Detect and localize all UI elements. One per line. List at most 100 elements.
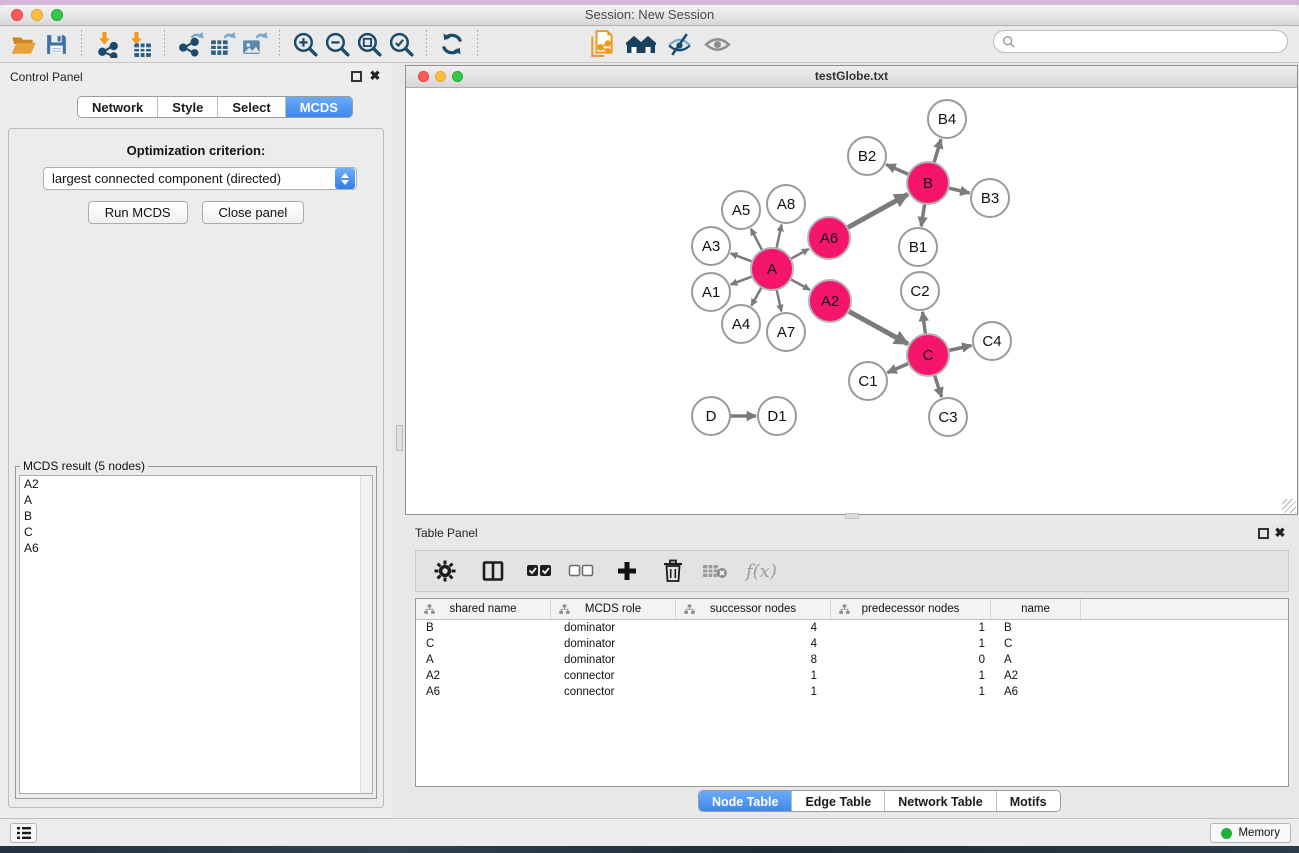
zoom-out-button[interactable]: [321, 28, 353, 60]
table-row[interactable]: A2connector11A2: [416, 668, 1288, 684]
refresh-view-button[interactable]: [436, 28, 468, 60]
close-panel-icon[interactable]: ✖: [1273, 526, 1287, 540]
table-cell[interactable]: 1: [676, 670, 831, 682]
delete-columns-button[interactable]: [654, 554, 692, 588]
zoom-selected-button[interactable]: [385, 28, 417, 60]
export-table-button[interactable]: [206, 28, 238, 60]
vertical-split-handle[interactable]: [396, 425, 403, 451]
graph-node[interactable]: B1: [899, 228, 937, 266]
window-resize-grip[interactable]: [1282, 499, 1296, 513]
tab-node-table[interactable]: Node Table: [699, 791, 791, 811]
graph-node[interactable]: A3: [692, 227, 730, 265]
float-panel-icon[interactable]: [1258, 528, 1269, 539]
graph-node[interactable]: B: [907, 162, 949, 204]
task-history-button[interactable]: [10, 823, 37, 843]
table-cell[interactable]: 1: [676, 686, 831, 698]
new-network-from-selection-button[interactable]: [587, 28, 619, 60]
graph-node[interactable]: A2: [809, 280, 851, 322]
show-panels-button[interactable]: [701, 28, 733, 60]
search-input[interactable]: [1016, 33, 1287, 51]
network-canvas[interactable]: B4B2BB3A8A5A6A3B1AA1C2A2A4A7C4CC1C3DD1: [406, 88, 1297, 514]
table-row[interactable]: A6connector11A6: [416, 684, 1288, 700]
graph-node[interactable]: A8: [767, 185, 805, 223]
zoom-in-button[interactable]: [289, 28, 321, 60]
table-cell[interactable]: A6: [416, 686, 551, 698]
graph-node[interactable]: A5: [722, 191, 760, 229]
table-cell[interactable]: connector: [551, 686, 676, 698]
column-header[interactable]: predecessor nodes: [831, 599, 991, 619]
column-header[interactable]: shared name: [416, 599, 551, 619]
import-table-button[interactable]: [123, 28, 155, 60]
close-panel-icon[interactable]: ✖: [368, 69, 382, 83]
graph-node[interactable]: A1: [692, 273, 730, 311]
list-item[interactable]: B: [20, 508, 372, 524]
zoom-fit-button[interactable]: [353, 28, 385, 60]
table-cell[interactable]: A: [416, 654, 551, 666]
table-cell[interactable]: 1: [831, 638, 991, 650]
graph-node[interactable]: C2: [901, 272, 939, 310]
table-cell[interactable]: C: [991, 638, 1081, 650]
open-session-button[interactable]: [8, 28, 40, 60]
graph-node[interactable]: A4: [722, 305, 760, 343]
close-panel-button[interactable]: Close panel: [202, 201, 305, 224]
export-image-button[interactable]: [238, 28, 270, 60]
close-window-button[interactable]: [11, 9, 23, 21]
table-options-button[interactable]: [426, 554, 464, 588]
export-network-button[interactable]: [174, 28, 206, 60]
result-list-scrollbar[interactable]: [360, 476, 372, 793]
graph-node[interactable]: C3: [929, 398, 967, 436]
graph-node[interactable]: B3: [971, 179, 1009, 217]
table-cell[interactable]: A2: [416, 670, 551, 682]
network-graph[interactable]: B4B2BB3A8A5A6A3B1AA1C2A2A4A7C4CC1C3DD1: [406, 88, 1297, 514]
table-cell[interactable]: 4: [676, 638, 831, 650]
memory-button[interactable]: Memory: [1210, 823, 1291, 843]
table-cell[interactable]: dominator: [551, 622, 676, 634]
table-row[interactable]: Bdominator41B: [416, 620, 1288, 636]
table-cell[interactable]: 1: [831, 622, 991, 634]
list-item[interactable]: A: [20, 492, 372, 508]
graph-node[interactable]: A: [751, 248, 793, 290]
table-row[interactable]: Adominator80A: [416, 652, 1288, 668]
select-all-button[interactable]: [520, 554, 558, 588]
float-panel-icon[interactable]: [351, 71, 362, 82]
graph-node[interactable]: A6: [808, 217, 850, 259]
graph-node[interactable]: C: [907, 334, 949, 376]
network-close-button[interactable]: [418, 71, 429, 82]
search-field[interactable]: [993, 30, 1288, 53]
graph-node[interactable]: B4: [928, 100, 966, 138]
graph-node[interactable]: A7: [767, 313, 805, 351]
deselect-all-button[interactable]: [562, 554, 600, 588]
list-item[interactable]: A2: [20, 476, 372, 492]
table-cell[interactable]: B: [416, 622, 551, 634]
table-row[interactable]: Cdominator41C: [416, 636, 1288, 652]
table-cell[interactable]: 1: [831, 686, 991, 698]
graph-node[interactable]: C4: [973, 322, 1011, 360]
tab-style[interactable]: Style: [157, 97, 217, 117]
column-header[interactable]: name: [991, 599, 1081, 619]
list-item[interactable]: A6: [20, 540, 372, 556]
criterion-select[interactable]: largest connected component (directed): [43, 167, 357, 190]
column-header[interactable]: MCDS role: [551, 599, 676, 619]
table-cell[interactable]: C: [416, 638, 551, 650]
table-cell[interactable]: B: [991, 622, 1081, 634]
graph-node[interactable]: B2: [848, 137, 886, 175]
table-cell[interactable]: 8: [676, 654, 831, 666]
network-minimize-button[interactable]: [435, 71, 446, 82]
graph-node[interactable]: C1: [849, 362, 887, 400]
table-cell[interactable]: dominator: [551, 638, 676, 650]
minimize-window-button[interactable]: [31, 9, 43, 21]
table-cell[interactable]: A6: [991, 686, 1081, 698]
list-item[interactable]: C: [20, 524, 372, 540]
table-cell[interactable]: A2: [991, 670, 1081, 682]
horizontal-split-handle[interactable]: [845, 513, 859, 519]
network-manager-button[interactable]: [625, 28, 657, 60]
show-columns-button[interactable]: [474, 554, 512, 588]
table-cell[interactable]: 4: [676, 622, 831, 634]
table-cell[interactable]: dominator: [551, 654, 676, 666]
hide-panels-button[interactable]: [663, 28, 695, 60]
create-column-button[interactable]: [608, 554, 646, 588]
function-builder-icon[interactable]: f(x): [746, 561, 777, 582]
tab-mcds[interactable]: MCDS: [285, 97, 352, 117]
tab-motifs[interactable]: Motifs: [996, 791, 1060, 811]
tab-edge-table[interactable]: Edge Table: [791, 791, 884, 811]
